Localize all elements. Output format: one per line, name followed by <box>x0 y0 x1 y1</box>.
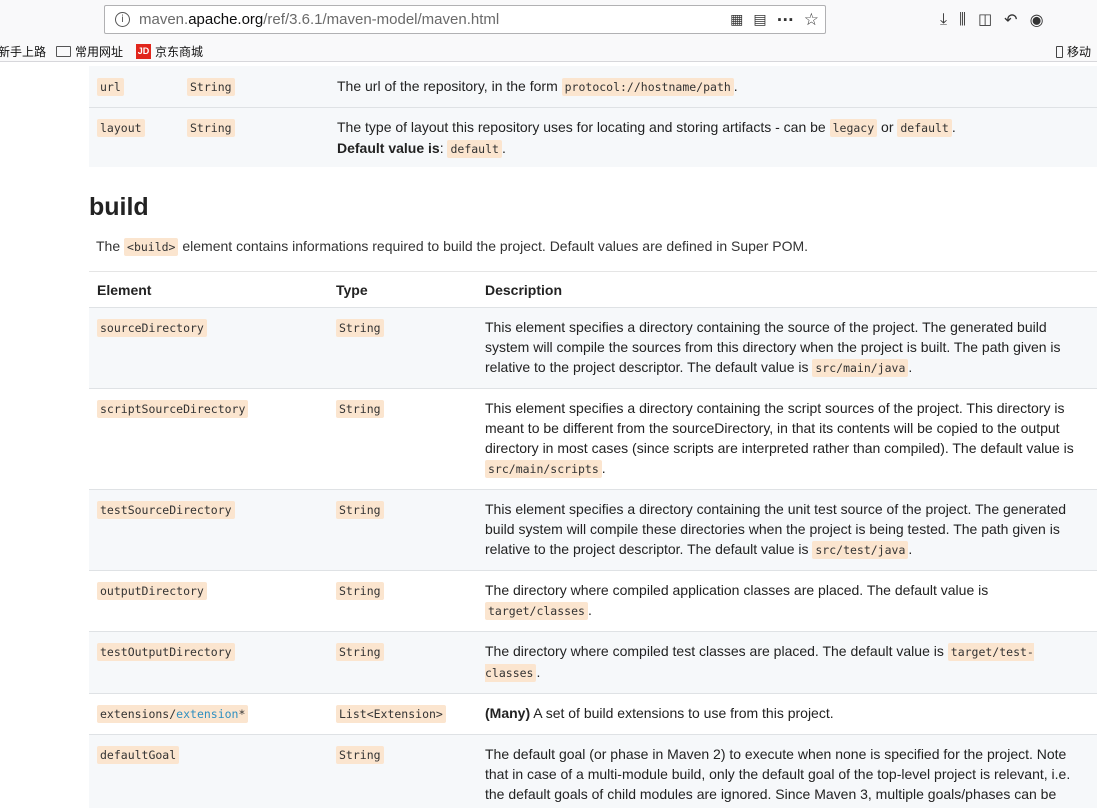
element-name: layout <box>97 119 145 137</box>
build-table: Element Type Description sourceDirectory… <box>89 271 1097 808</box>
bookmark-newbie[interactable]: 新手上路 <box>0 43 46 60</box>
table-row: url String The url of the repository, in… <box>89 66 1097 108</box>
element-description: This element specifies a directory conta… <box>477 489 1097 571</box>
element-type: String <box>336 501 384 519</box>
table-row: sourceDirectory String This element spec… <box>89 307 1097 389</box>
header-type: Type <box>328 271 477 308</box>
element-name: extensions/extension* <box>97 705 249 723</box>
sidebar-icon[interactable]: ◫ <box>978 10 992 28</box>
table-row: extensions/extension* List<Extension> (M… <box>89 693 1097 735</box>
element-name: scriptSourceDirectory <box>97 400 249 418</box>
element-name: testOutputDirectory <box>97 643 235 661</box>
element-description: This element specifies a directory conta… <box>477 307 1097 389</box>
bookmark-mobile[interactable]: 移动 <box>1056 43 1091 60</box>
bookmark-common-sites[interactable]: 常用网址 <box>56 43 123 60</box>
element-type: String <box>336 400 384 418</box>
bookmark-label: 移动 <box>1067 45 1092 59</box>
bookmark-label: 京东商城 <box>155 45 204 59</box>
mobile-icon <box>1056 45 1063 58</box>
folder-icon <box>56 46 71 57</box>
element-description: (Many) A set of build extensions to use … <box>477 693 1097 735</box>
table-row: testSourceDirectory String This element … <box>89 489 1097 571</box>
jd-logo-icon: JD <box>136 44 151 59</box>
bookmarks-bar: 新手上路 常用网址 JD 京东商城 移动 <box>0 40 1097 62</box>
element-type: String <box>336 643 384 661</box>
element-type: String <box>336 319 384 337</box>
element-name: testSourceDirectory <box>97 501 235 519</box>
section-intro: The <build> element contains information… <box>96 238 809 256</box>
element-description: This element specifies a directory conta… <box>477 388 1097 490</box>
table-row: defaultGoal String The default goal (or … <box>89 734 1097 808</box>
library-icon[interactable]: ⫼ <box>959 10 966 28</box>
bookmark-label: 常用网址 <box>75 45 124 59</box>
element-description: The type of layout this repository uses … <box>329 107 1097 167</box>
header-element: Element <box>89 271 328 308</box>
element-description: The directory where compiled application… <box>477 570 1097 632</box>
element-name: defaultGoal <box>97 746 180 764</box>
url-text[interactable]: maven.apache.org/ref/3.6.1/maven-model/m… <box>139 11 499 28</box>
more-icon[interactable]: ··· <box>777 11 794 29</box>
account-icon[interactable]: ◉ <box>1030 10 1044 29</box>
url-bar[interactable]: i maven.apache.org/ref/3.6.1/maven-model… <box>104 5 826 34</box>
element-type: String <box>336 582 384 600</box>
table-row: testOutputDirectory String The directory… <box>89 631 1097 694</box>
download-icon[interactable]: ⤓ <box>940 9 947 29</box>
repository-table-tail: url String The url of the repository, in… <box>89 66 1097 167</box>
info-icon[interactable]: i <box>115 12 130 27</box>
reader-view-icon[interactable]: ▤ <box>753 12 766 28</box>
section-title: build <box>89 193 149 221</box>
qr-code-icon[interactable]: ▦ <box>730 12 743 28</box>
header-description: Description <box>477 271 1097 308</box>
element-description: The default goal (or phase in Maven 2) t… <box>477 734 1097 808</box>
star-icon[interactable]: ☆ <box>804 10 819 30</box>
back-arrow-icon[interactable]: ↶ <box>1004 10 1017 29</box>
element-type: List<Extension> <box>336 705 446 723</box>
element-name: url <box>97 78 124 96</box>
element-type: String <box>336 746 384 764</box>
element-name: outputDirectory <box>97 582 207 600</box>
element-name: sourceDirectory <box>97 319 207 337</box>
table-row: outputDirectory String The directory whe… <box>89 570 1097 632</box>
bookmark-jd[interactable]: JD 京东商城 <box>136 43 203 60</box>
browser-toolbar: i maven.apache.org/ref/3.6.1/maven-model… <box>0 0 1097 40</box>
table-row: layout String The type of layout this re… <box>89 107 1097 167</box>
element-description: The url of the repository, in the form p… <box>337 78 738 96</box>
table-row: scriptSourceDirectory String This elemen… <box>89 388 1097 490</box>
table-header: Element Type Description <box>89 271 1097 308</box>
bookmark-label: 新手上路 <box>0 45 47 59</box>
element-type: String <box>187 78 235 96</box>
element-type: String <box>187 119 235 137</box>
element-description: The directory where compiled test classe… <box>477 631 1097 694</box>
extension-link[interactable]: extension <box>176 707 238 721</box>
